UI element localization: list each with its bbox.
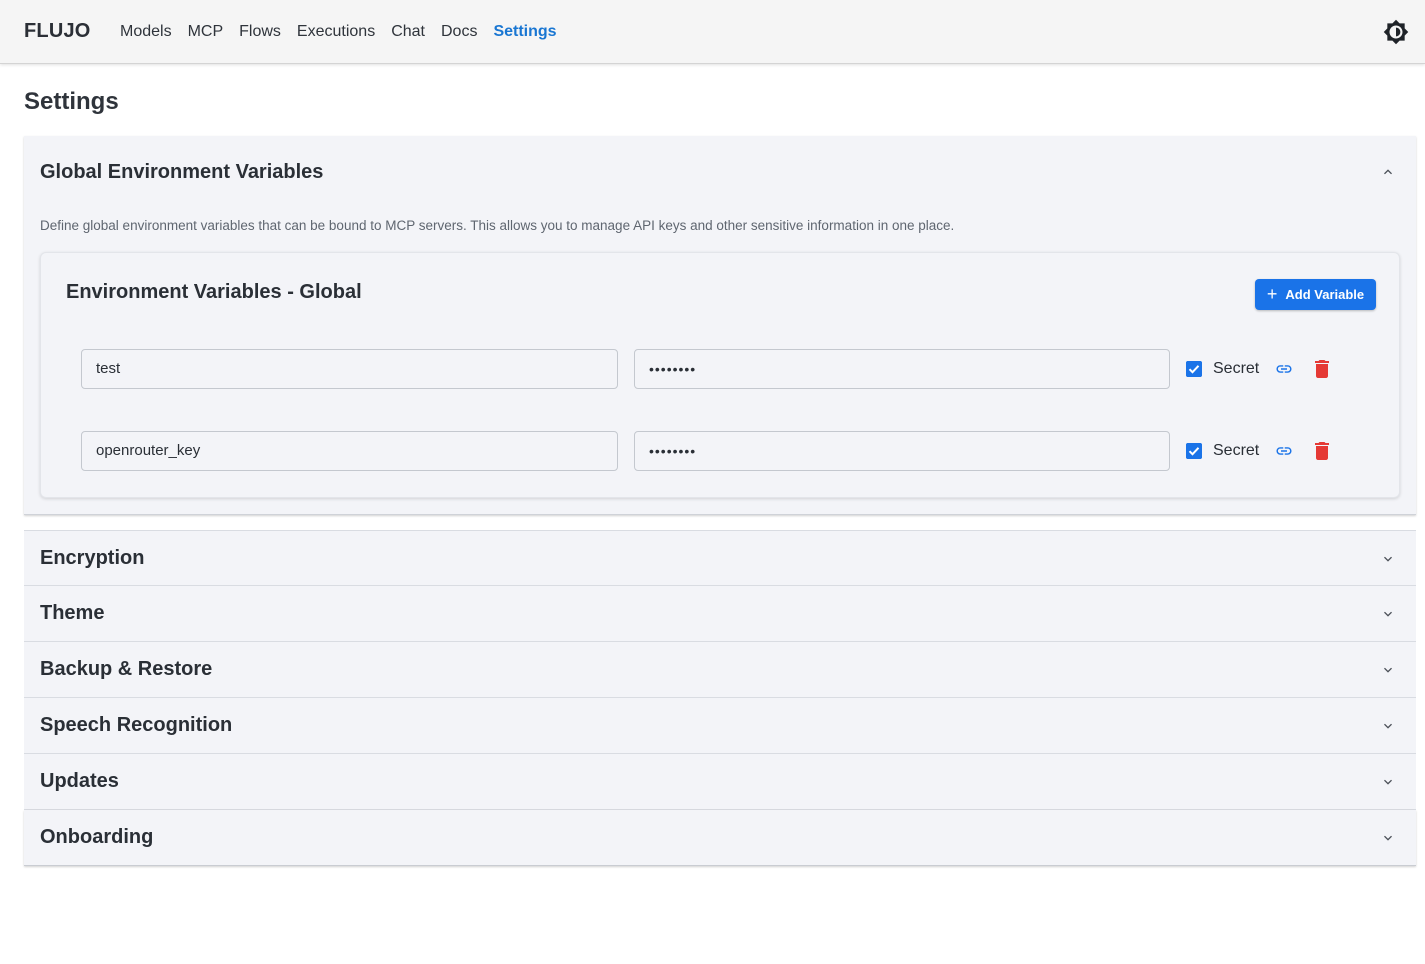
section-title: Onboarding xyxy=(40,826,154,848)
env-variable-row: openrouter_key •••••••• Secret xyxy=(81,431,1381,471)
variable-name-input[interactable]: test xyxy=(81,349,618,389)
secret-checkbox[interactable] xyxy=(1186,443,1202,459)
nav-item-chat[interactable]: Chat xyxy=(383,0,433,64)
nav-item-models[interactable]: Models xyxy=(112,0,180,64)
secret-checkbox[interactable] xyxy=(1186,361,1202,377)
link-icon[interactable] xyxy=(1275,362,1293,376)
main-nav: Models MCP Flows Executions Chat Docs Se… xyxy=(112,0,565,64)
chevron-down-icon[interactable] xyxy=(1380,830,1396,846)
variable-name-input[interactable]: openrouter_key xyxy=(81,431,618,471)
nav-item-docs[interactable]: Docs xyxy=(433,0,485,64)
chevron-down-icon[interactable] xyxy=(1380,606,1396,622)
section-title: Theme xyxy=(40,602,105,624)
global-env-panel: Global Environment Variables Define glob… xyxy=(24,136,1416,515)
variable-value-input[interactable]: •••••••• xyxy=(634,349,1170,389)
chevron-up-icon[interactable] xyxy=(1380,164,1396,180)
nav-item-flows[interactable]: Flows xyxy=(231,0,289,64)
top-app-bar: FLUJO Models MCP Flows Executions Chat D… xyxy=(0,0,1425,64)
section-title: Updates xyxy=(40,770,119,792)
page-title: Settings xyxy=(24,88,119,115)
secret-label: Secret xyxy=(1213,360,1260,377)
section-speech-recognition[interactable]: Speech Recognition xyxy=(24,698,1416,754)
nav-item-executions[interactable]: Executions xyxy=(289,0,383,64)
nav-item-settings[interactable]: Settings xyxy=(485,0,564,64)
section-updates[interactable]: Updates xyxy=(24,754,1416,810)
add-variable-label: Add Variable xyxy=(1285,287,1365,302)
delete-icon[interactable] xyxy=(1315,360,1329,378)
brightness-icon[interactable] xyxy=(1383,19,1409,45)
section-title: Speech Recognition xyxy=(40,714,233,736)
variable-value-input[interactable]: •••••••• xyxy=(634,431,1170,471)
add-variable-button[interactable]: + Add Variable xyxy=(1255,279,1376,310)
delete-icon[interactable] xyxy=(1315,442,1329,460)
app-brand[interactable]: FLUJO xyxy=(24,20,91,43)
chevron-down-icon[interactable] xyxy=(1380,662,1396,678)
env-variables-card: Environment Variables - Global + Add Var… xyxy=(40,252,1400,498)
nav-item-mcp[interactable]: MCP xyxy=(180,0,232,64)
env-variables-card-title: Environment Variables - Global xyxy=(66,281,362,303)
global-env-panel-title[interactable]: Global Environment Variables xyxy=(40,161,323,184)
section-onboarding[interactable]: Onboarding xyxy=(24,810,1416,866)
chevron-down-icon[interactable] xyxy=(1380,774,1396,790)
section-title: Backup & Restore xyxy=(40,658,213,680)
link-icon[interactable] xyxy=(1275,444,1293,458)
section-theme[interactable]: Theme xyxy=(24,586,1416,642)
section-encryption[interactable]: Encryption xyxy=(24,530,1416,586)
chevron-down-icon[interactable] xyxy=(1380,718,1396,734)
global-env-description: Define global environment variables that… xyxy=(40,218,955,233)
env-variable-row: test •••••••• Secret xyxy=(81,349,1381,389)
section-backup-restore[interactable]: Backup & Restore xyxy=(24,642,1416,698)
chevron-down-icon[interactable] xyxy=(1380,551,1396,567)
secret-label: Secret xyxy=(1213,442,1260,459)
section-title: Encryption xyxy=(40,547,145,569)
plus-icon: + xyxy=(1266,283,1278,304)
